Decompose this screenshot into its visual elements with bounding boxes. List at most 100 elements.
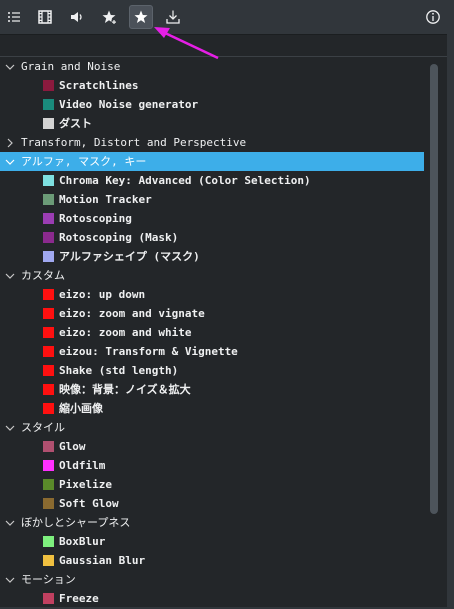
info-icon [426, 10, 440, 24]
category-label: Grain and Noise [21, 60, 121, 73]
effect-label: Scratchlines [59, 79, 139, 92]
audio-effects-button[interactable] [65, 5, 89, 29]
list-icon [8, 12, 20, 22]
category-row[interactable]: カスタム [0, 266, 424, 285]
category-row[interactable]: ぼかしとシャープネス [0, 513, 424, 532]
effect-label: Oldfilm [59, 459, 106, 472]
chevron-down-icon[interactable] [3, 152, 17, 171]
effect-item[interactable]: Shake (std length) [0, 361, 424, 380]
category-label: カスタム [21, 269, 65, 282]
category-row[interactable]: Grain and Noise [0, 57, 424, 76]
effect-item[interactable]: Glow [0, 437, 424, 456]
download-effects-button[interactable] [161, 5, 185, 29]
effect-color-swatch [43, 289, 54, 300]
effect-label: eizo: zoom and vignate [59, 307, 205, 320]
effect-item[interactable]: eizo: up down [0, 285, 424, 304]
effect-item[interactable]: Scratchlines [0, 76, 424, 95]
effect-item[interactable]: アルファシェイプ (マスク) [0, 247, 424, 266]
effect-color-swatch [43, 194, 54, 205]
effect-label: 縮小画像 [59, 402, 103, 415]
effect-item[interactable]: Chroma Key: Advanced (Color Selection) [0, 171, 424, 190]
effect-color-swatch [43, 498, 54, 509]
effect-color-swatch [43, 99, 54, 110]
chevron-right-icon[interactable] [3, 133, 17, 152]
effect-color-swatch [43, 593, 54, 604]
effect-item[interactable]: eizo: zoom and vignate [0, 304, 424, 323]
effect-item[interactable]: BoxBlur [0, 532, 424, 551]
effect-label: Chroma Key: Advanced (Color Selection) [59, 174, 311, 187]
chevron-down-icon[interactable] [3, 418, 17, 437]
effect-item[interactable]: Soft Glow [0, 494, 424, 513]
effect-item[interactable]: Rotoscoping (Mask) [0, 228, 424, 247]
effect-color-swatch [43, 213, 54, 224]
effect-item[interactable]: 映像：背景：ノイズ＆拡大 [0, 380, 424, 399]
chevron-down-icon[interactable] [3, 266, 17, 285]
effect-item[interactable]: Video Noise generator [0, 95, 424, 114]
effect-label: Motion Tracker [59, 193, 152, 206]
effect-label: Freeze [59, 592, 99, 605]
effects-tree: Grain and Noise Scratchlines Video Noise g… [0, 56, 447, 607]
effect-label: Rotoscoping (Mask) [59, 231, 179, 244]
category-row[interactable]: アルファ, マスク, キー [0, 152, 424, 171]
effect-label: eizo: zoom and white [59, 326, 192, 339]
effect-label: Video Noise generator [59, 98, 199, 111]
category-label: ぼかしとシャープネス [21, 516, 131, 529]
filter-bar[interactable] [0, 34, 447, 57]
effect-color-swatch [43, 536, 54, 547]
effect-color-swatch [43, 384, 54, 395]
category-row[interactable]: Transform, Distort and Perspective [0, 133, 424, 152]
chevron-down-icon[interactable] [3, 57, 17, 76]
download-icon [166, 10, 180, 24]
effect-item[interactable]: Rotoscoping [0, 209, 424, 228]
category-row[interactable]: モーション [0, 570, 424, 589]
effect-label: Gaussian Blur [59, 554, 146, 567]
effect-color-swatch [43, 460, 54, 471]
video-effects-button[interactable] [33, 5, 57, 29]
effect-item[interactable]: Pixelize [0, 475, 424, 494]
category-label: モーション [21, 573, 76, 586]
effect-item[interactable]: Freeze [0, 589, 424, 607]
effect-color-swatch [43, 251, 54, 262]
effect-item[interactable]: Motion Tracker [0, 190, 424, 209]
category-row[interactable]: スタイル [0, 418, 424, 437]
effect-color-swatch [43, 175, 54, 186]
effect-color-swatch [43, 80, 54, 91]
effect-item[interactable]: 縮小画像 [0, 399, 424, 418]
effect-label: eizou: Transform & Vignette [59, 345, 238, 358]
star-icon [134, 10, 148, 23]
info-button[interactable] [421, 5, 445, 29]
effect-item[interactable]: ダスト [0, 114, 424, 133]
effect-label: BoxBlur [59, 535, 106, 548]
chevron-down-icon[interactable] [3, 513, 17, 532]
effect-label: Soft Glow [59, 497, 119, 510]
effect-item[interactable]: Gaussian Blur [0, 551, 424, 570]
effect-color-swatch [43, 232, 54, 243]
effect-item[interactable]: Oldfilm [0, 456, 424, 475]
effect-color-swatch [43, 308, 54, 319]
effect-item[interactable]: eizou: Transform & Vignette [0, 342, 424, 361]
list-view-button[interactable] [2, 5, 26, 29]
category-label: スタイル [21, 421, 65, 434]
chevron-down-icon[interactable] [3, 570, 17, 589]
effect-color-swatch [43, 346, 54, 357]
effect-color-swatch [43, 479, 54, 490]
effect-label: Glow [59, 440, 86, 453]
custom-effects-button[interactable] [97, 5, 121, 29]
effect-label: 映像：背景：ノイズ＆拡大 [59, 383, 191, 396]
effect-label: ダスト [59, 117, 92, 130]
favorites-button[interactable] [129, 5, 153, 29]
effect-label: Pixelize [59, 478, 112, 491]
category-label: Transform, Distort and Perspective [21, 136, 247, 149]
star-plus-icon [102, 10, 117, 25]
panel-edge [447, 34, 454, 609]
effect-color-swatch [43, 555, 54, 566]
film-icon [38, 10, 52, 24]
effect-item[interactable]: eizo: zoom and white [0, 323, 424, 342]
scrollbar-thumb[interactable] [430, 64, 438, 514]
effect-color-swatch [43, 441, 54, 452]
effect-label: eizo: up down [59, 288, 146, 301]
category-label: アルファ, マスク, キー [21, 155, 147, 168]
speaker-icon [71, 12, 82, 22]
effect-label: Rotoscoping [59, 212, 132, 225]
effect-label: アルファシェイプ (マスク) [59, 250, 200, 263]
